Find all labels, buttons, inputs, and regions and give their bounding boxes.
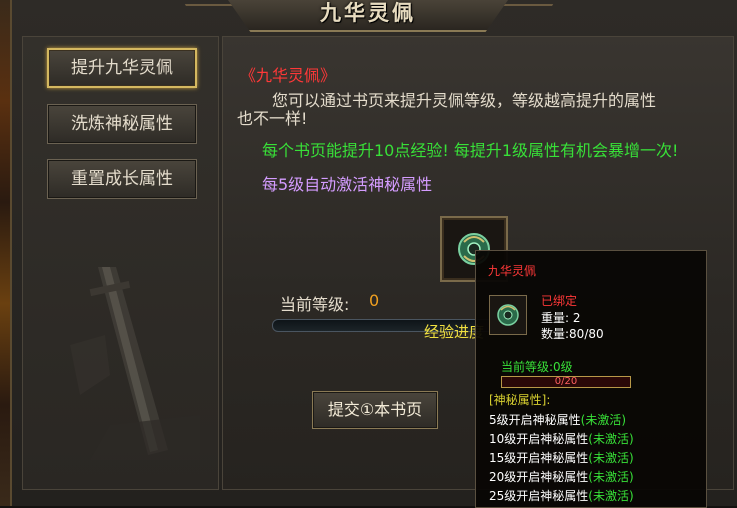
current-level-value: 0 <box>369 291 380 310</box>
window-title: 九华灵佩 <box>320 0 416 25</box>
sidebar-item-reset[interactable]: 重置成长属性 <box>47 159 197 199</box>
sword-background-art <box>70 267 200 460</box>
tooltip-weight: 重量: 2 <box>541 311 581 325</box>
current-level-label: 当前等级: <box>280 295 350 314</box>
item-tooltip: 九华灵佩 已绑定 重量: 2 数量:80/80 当前等级:0级 0/20 [神秘… <box>475 250 707 508</box>
description-line-1: 您可以通过书页来提升灵佩等级，等级越高提升的属性 <box>272 91 657 110</box>
submit-page-button[interactable]: 提交①本书页 <box>312 391 438 429</box>
tooltip-attribute-line: 20级开启神秘属性(未激活) <box>489 470 634 484</box>
tooltip-bound-status: 已绑定 <box>541 294 578 308</box>
tooltip-section-title: [神秘属性]: <box>489 393 551 407</box>
sidebar-item-refine[interactable]: 洗炼神秘属性 <box>47 104 197 144</box>
item-heading: 《九华灵佩》 <box>240 66 337 85</box>
tooltip-attribute-line: 5级开启神秘属性(未激活) <box>489 413 627 427</box>
tooltip-quantity: 数量:80/80 <box>541 327 604 341</box>
tooltip-attribute-line: 15级开启神秘属性(未激活) <box>489 451 634 465</box>
tooltip-current-level: 当前等级:0级 <box>501 360 573 374</box>
tooltip-attribute-line: 25级开启神秘属性(未激活) <box>489 489 634 503</box>
jade-pendant-icon <box>497 304 519 326</box>
tooltip-attribute-line: 10级开启神秘属性(未激活) <box>489 432 634 446</box>
tooltip-progress-bar: 0/20 <box>501 376 631 388</box>
sidebar-item-upgrade[interactable]: 提升九华灵佩 <box>47 48 197 88</box>
tooltip-item-icon-frame <box>489 295 527 335</box>
tooltip-progress-text: 0/20 <box>554 376 578 387</box>
tooltip-item-name: 九华灵佩 <box>488 264 537 278</box>
exp-tip: 每个书页能提升10点经验! 每提升1级属性有机会暴增一次! <box>262 141 679 160</box>
mystic-tip: 每5级自动激活神秘属性 <box>262 175 433 194</box>
description-line-2: 也不一样! <box>237 109 308 128</box>
game-edge-strip <box>0 0 10 506</box>
